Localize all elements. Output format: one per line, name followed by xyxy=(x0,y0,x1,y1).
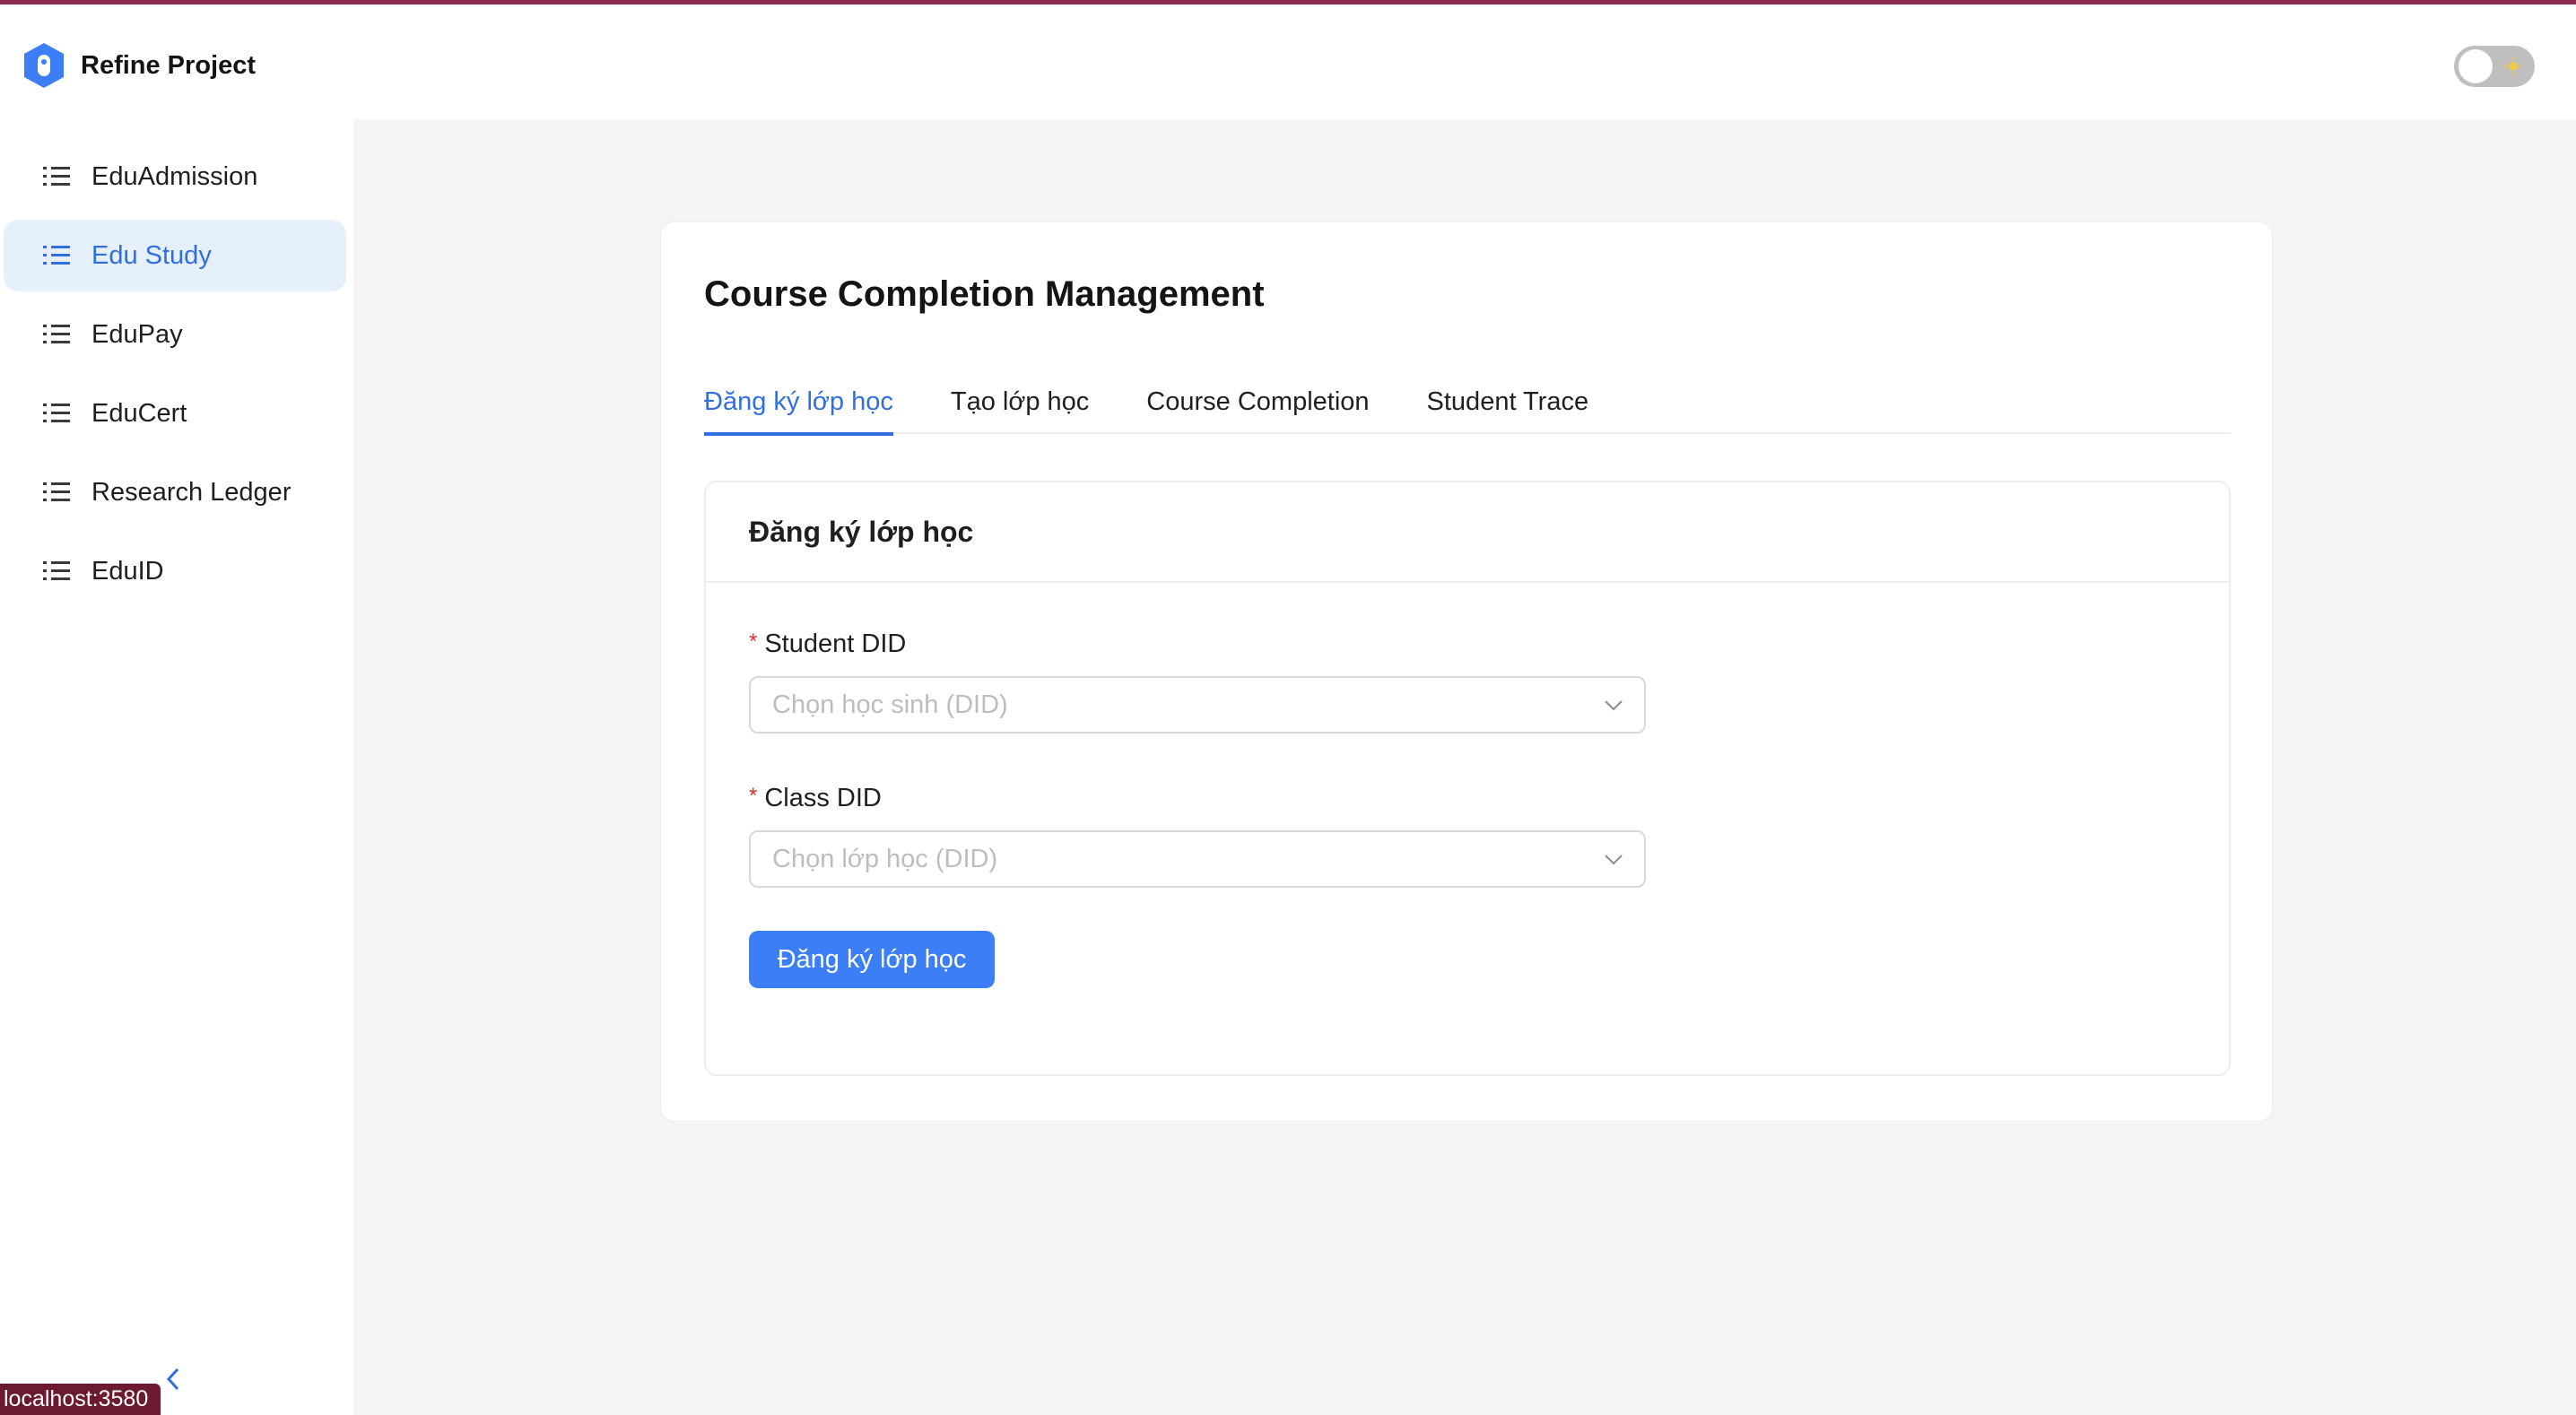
sidebar-item-label: EduID xyxy=(91,556,164,586)
list-icon xyxy=(43,246,70,265)
theme-toggle[interactable] xyxy=(2454,46,2535,87)
sun-icon xyxy=(2504,57,2522,75)
sidebar-item-edupay[interactable]: EduPay xyxy=(4,299,346,370)
sidebar-item-edu-study[interactable]: Edu Study xyxy=(4,220,346,291)
tab-course-completion[interactable]: Course Completion xyxy=(1146,384,1369,434)
header xyxy=(353,4,2576,119)
sidebar-item-educert[interactable]: EduCert xyxy=(4,378,346,449)
main-content: Course Completion Management Đăng ký lớp… xyxy=(353,119,2576,1415)
sidebar-item-label: EduAdmission xyxy=(91,161,258,191)
chevron-down-icon xyxy=(1605,855,1623,865)
required-mark: * xyxy=(749,629,758,654)
list-icon xyxy=(43,167,70,186)
enroll-submit-button[interactable]: Đăng ký lớp học xyxy=(749,931,995,988)
page-title: Course Completion Management xyxy=(704,274,1265,314)
tab-dang-ky-lop-hoc[interactable]: Đăng ký lớp học xyxy=(704,384,893,436)
course-completion-card: Course Completion Management Đăng ký lớp… xyxy=(660,221,2273,1122)
class-did-label-text: Class DID xyxy=(764,784,882,812)
chevron-down-icon xyxy=(1605,700,1623,711)
list-icon xyxy=(43,404,70,422)
tab-student-trace[interactable]: Student Trace xyxy=(1427,384,1589,434)
sidebar-item-eduadmission[interactable]: EduAdmission xyxy=(4,141,346,213)
student-did-placeholder: Chọn học sinh (DID) xyxy=(772,690,1008,719)
collapse-sidebar-icon[interactable] xyxy=(161,1364,183,1394)
sidebar-item-eduid[interactable]: EduID xyxy=(4,535,346,607)
student-did-label-text: Student DID xyxy=(764,629,907,658)
sidebar-item-research-ledger[interactable]: Research Ledger xyxy=(4,456,346,528)
class-did-label: * Class DID xyxy=(749,784,882,813)
sidebar-item-label: EduPay xyxy=(91,319,183,349)
tab-tao-lop-hoc[interactable]: Tạo lớp học xyxy=(951,384,1089,434)
required-mark: * xyxy=(749,784,758,808)
list-icon xyxy=(43,325,70,343)
sidebar-item-label: Research Ledger xyxy=(91,477,292,507)
brand-title: Refine Project xyxy=(81,50,256,80)
student-did-select[interactable]: Chọn học sinh (DID) xyxy=(749,676,1646,734)
student-did-label: * Student DID xyxy=(749,629,906,659)
list-icon xyxy=(43,482,70,501)
enroll-form-panel: Đăng ký lớp học * Student DID Chọn học si… xyxy=(704,481,2231,1076)
refine-logo-icon xyxy=(24,43,64,88)
tabs: Đăng ký lớp học Tạo lớp học Course Compl… xyxy=(704,384,2231,436)
sidebar-item-label: EduCert xyxy=(91,398,187,428)
toggle-knob xyxy=(2459,49,2493,83)
sidebar-item-label: Edu Study xyxy=(91,240,212,270)
sidebar: Refine Project EduAdmission Edu Study Ed… xyxy=(0,4,353,1415)
class-did-placeholder: Chọn lớp học (DID) xyxy=(772,844,998,873)
list-icon xyxy=(43,561,70,580)
class-did-select[interactable]: Chọn lớp học (DID) xyxy=(749,830,1646,888)
sidebar-menu: EduAdmission Edu Study EduPay EduCert Re… xyxy=(0,141,353,614)
form-title: Đăng ký lớp học xyxy=(706,482,2229,583)
brand[interactable]: Refine Project xyxy=(22,40,256,91)
status-bar-url: localhost:3580 xyxy=(0,1384,161,1415)
